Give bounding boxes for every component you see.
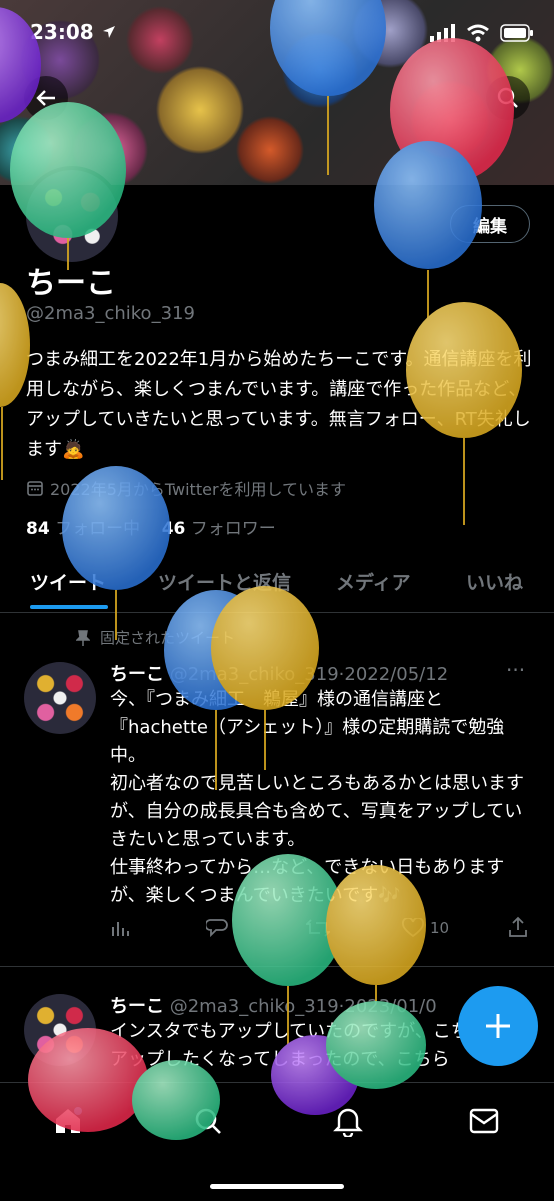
following-count: 84 <box>26 519 50 539</box>
analytics-icon <box>112 922 129 936</box>
following-link[interactable]: 84 フォロー中 <box>26 519 140 539</box>
tweet-divider <box>0 966 554 967</box>
following-label: フォロー中 <box>55 519 141 539</box>
messages-icon <box>469 1108 499 1134</box>
followers-link[interactable]: 46 フォロワー <box>162 519 276 539</box>
reply-icon <box>206 919 228 938</box>
time-text: 23:08 <box>30 20 94 44</box>
tweet-author-name[interactable]: ちーこ <box>110 664 164 685</box>
home-icon <box>56 1107 82 1133</box>
tweet-avatar-2[interactable] <box>24 994 96 1066</box>
like-count: 10 <box>430 919 450 937</box>
signal-icon <box>430 24 455 42</box>
back-arrow-icon <box>36 90 55 106</box>
tab-media[interactable]: メディア <box>336 568 411 595</box>
followers-count: 46 <box>161 519 186 539</box>
active-tab-indicator <box>30 605 108 609</box>
tweet-more-button[interactable]: ··· <box>506 658 525 682</box>
explore-icon <box>195 1108 221 1134</box>
notifications-icon <box>333 1108 363 1137</box>
tweet-date-2[interactable]: 2023/01/0 <box>344 996 436 1017</box>
like-icon <box>402 918 424 938</box>
search-button[interactable] <box>486 76 530 120</box>
status-indicators <box>430 24 534 42</box>
joined-text: 2022年5月からTwitterを利用しています <box>50 480 347 499</box>
tweet-author-name-2[interactable]: ちーこ <box>110 996 164 1017</box>
follow-stats: 84 フォロー中 46 フォロワー <box>26 514 276 539</box>
tweet-text: 今、『つまみ細工 鵜屋』様の通信講座と『hachette（アシェット）』様の定期… <box>110 689 524 906</box>
more-icon: ··· <box>506 658 526 682</box>
plus-icon <box>486 1014 510 1038</box>
tweet-header: ちーこ @2ma3_chiko_319·2022/05/12 <box>110 664 449 685</box>
share-icon <box>509 916 527 937</box>
retweet-button[interactable] <box>306 918 330 938</box>
status-bar-time: 23:08 <box>30 20 116 44</box>
home-indicator <box>210 1184 344 1189</box>
nav-explore[interactable] <box>188 1101 228 1141</box>
back-button[interactable] <box>24 76 68 120</box>
battery-icon <box>500 24 533 42</box>
nav-home[interactable] <box>48 1101 88 1141</box>
like-button[interactable]: 10 <box>402 918 449 938</box>
reply-button[interactable] <box>206 918 228 938</box>
search-icon <box>497 87 518 108</box>
compose-tweet-button[interactable] <box>458 986 538 1066</box>
profile-handle: @2ma3_chiko_319 <box>26 303 195 324</box>
tab-tweets[interactable]: ツイート <box>30 568 106 595</box>
tweet-author-handle-2: @2ma3_chiko_319 <box>169 996 339 1017</box>
nav-notifications[interactable] <box>328 1101 368 1141</box>
tab-tweets-replies[interactable]: ツイートと返信 <box>158 568 291 595</box>
calendar-icon <box>27 481 43 496</box>
share-button[interactable] <box>508 916 528 938</box>
tweet-header-2: ちーこ @2ma3_chiko_319·2023/01/0 <box>110 996 437 1017</box>
wifi-icon <box>467 24 489 42</box>
joined-date: 2022年5月からTwitterを利用しています <box>26 476 346 500</box>
retweet-icon <box>306 919 330 937</box>
edit-profile-button[interactable]: 編集 <box>450 205 530 243</box>
tab-likes[interactable]: いいね <box>466 568 523 595</box>
profile-bio: つまみ細工を2022年1月から始めたちーこです。通信講座を利用しながら、楽しくつ… <box>26 349 532 460</box>
tweet-date[interactable]: 2022/05/12 <box>344 664 448 685</box>
profile-name: ちーこ <box>26 266 116 301</box>
tweet-avatar[interactable] <box>24 662 96 734</box>
profile-avatar[interactable] <box>22 166 122 266</box>
analytics-button[interactable] <box>110 918 130 938</box>
nav-messages[interactable] <box>464 1101 504 1141</box>
tweet-author-handle: @2ma3_chiko_319 <box>169 664 339 685</box>
pinned-label: 固定されたツイート <box>76 627 235 648</box>
followers-label: フォロワー <box>190 519 276 539</box>
pin-icon <box>76 629 90 646</box>
location-icon <box>102 26 115 38</box>
pinned-text: 固定されたツイート <box>100 629 236 647</box>
